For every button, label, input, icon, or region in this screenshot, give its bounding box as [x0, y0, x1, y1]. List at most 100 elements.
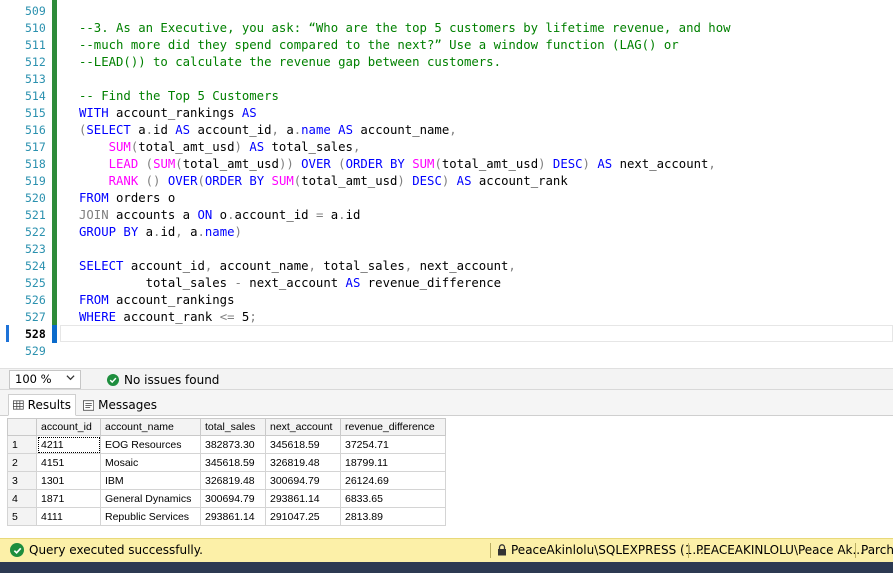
code-token: WHERE — [79, 310, 117, 324]
table-cell[interactable]: Republic Services — [100, 507, 201, 526]
database-name: Parch_ — [861, 543, 893, 557]
table-cell[interactable]: 6833.65 — [340, 489, 446, 508]
code-line[interactable]: WHERE account_rank <= 5; — [79, 309, 257, 326]
code-token: account_rank — [471, 174, 568, 188]
table-cell[interactable]: 326819.48 — [200, 471, 266, 490]
code-token: a — [182, 225, 198, 239]
table-cell[interactable]: 1871 — [36, 489, 101, 508]
row-number[interactable]: 5 — [7, 507, 37, 526]
code-token: account_id — [123, 259, 205, 273]
code-token: DESC — [412, 174, 442, 188]
results-tabs: Results Messages — [0, 390, 893, 416]
code-line[interactable]: SELECT account_id, account_name, total_s… — [79, 258, 516, 275]
table-cell[interactable]: 4111 — [36, 507, 101, 526]
code-line[interactable]: GROUP BY a.id, a.name) — [79, 224, 242, 241]
table-cell[interactable]: 1301 — [36, 471, 101, 490]
table-cell[interactable]: 4151 — [36, 453, 101, 472]
code-token: --3. As an Executive, you ask: “Who are … — [79, 21, 731, 35]
line-number: 521 — [25, 208, 46, 222]
table-cell[interactable]: 382873.30 — [200, 435, 266, 454]
code-token: name — [301, 123, 331, 137]
row-number[interactable]: 1 — [7, 435, 37, 454]
code-token: . — [338, 208, 346, 222]
code-token: total_sales — [264, 140, 353, 154]
code-line[interactable]: (SELECT a.id AS account_id, a.name AS ac… — [79, 122, 457, 139]
line-number: 526 — [25, 293, 46, 307]
status-divider — [490, 543, 491, 558]
code-line[interactable]: LEAD (SUM(total_amt_usd)) OVER (ORDER BY… — [79, 156, 716, 173]
code-line[interactable]: --LEAD()) to calculate the revenue gap b… — [79, 54, 501, 71]
code-token: account_id — [234, 208, 316, 222]
server-name: PeaceAkinlolu\SQLEXPRESS (1... — [511, 543, 704, 557]
zoom-dropdown[interactable]: 100 % — [9, 370, 81, 389]
code-line[interactable]: --much more did they spend compared to t… — [79, 37, 679, 54]
code-token: accounts a — [108, 208, 198, 222]
table-cell[interactable]: EOG Resources — [100, 435, 201, 454]
code-line[interactable]: --3. As an Executive, you ask: “Who are … — [79, 20, 731, 37]
table-row[interactable]: 1 4211 EOG Resources 382873.30 345618.59… — [7, 435, 446, 454]
code-line[interactable]: JOIN accounts a ON o.account_id = a.id — [79, 207, 360, 224]
query-status-text: Query executed successfully. — [29, 543, 203, 557]
table-cell[interactable]: 345618.59 — [265, 435, 341, 454]
table-cell[interactable]: 300694.79 — [265, 471, 341, 490]
column-header[interactable]: total_sales — [200, 418, 266, 436]
code-line[interactable]: FROM orders o — [79, 190, 175, 207]
table-cell[interactable]: 326819.48 — [265, 453, 341, 472]
column-header[interactable]: account_id — [36, 418, 101, 436]
code-token: ORDER BY — [345, 157, 405, 171]
line-number: 525 — [25, 276, 46, 290]
table-cell[interactable]: 345618.59 — [200, 453, 266, 472]
code-line[interactable]: -- Find the Top 5 Customers — [79, 88, 279, 105]
code-line[interactable]: RANK () OVER(ORDER BY SUM(total_amt_usd)… — [79, 173, 568, 190]
table-row[interactable]: 4 1871 General Dynamics 300694.79 293861… — [7, 489, 446, 508]
code-token: AS — [345, 276, 361, 290]
column-header[interactable]: next_account — [265, 418, 341, 436]
column-header[interactable]: revenue_difference — [340, 418, 446, 436]
current-line-marker — [6, 325, 9, 342]
table-cell[interactable]: 4211 — [36, 435, 101, 454]
table-cell[interactable]: 18799.11 — [340, 453, 446, 472]
table-cell[interactable]: 293861.14 — [265, 489, 341, 508]
code-token: FROM — [79, 191, 109, 205]
table-cell[interactable]: 2813.89 — [340, 507, 446, 526]
table-row[interactable]: 3 1301 IBM 326819.48 300694.79 26124.69 — [7, 471, 446, 490]
code-token: orders o — [108, 191, 176, 205]
code-line[interactable]: SUM(total_amt_usd) AS total_sales, — [79, 139, 361, 156]
column-header[interactable]: account_name — [100, 418, 201, 436]
tab-messages[interactable]: Messages — [79, 394, 161, 416]
code-token: id — [160, 225, 176, 239]
code-token: account_rankings — [108, 293, 235, 307]
table-row[interactable]: 2 4151 Mosaic 345618.59 326819.48 18799.… — [7, 453, 446, 472]
row-number[interactable]: 2 — [7, 453, 37, 472]
code-line[interactable]: FROM account_rankings — [79, 292, 234, 309]
code-token: ( — [434, 157, 442, 171]
code-line[interactable]: WITH account_rankings AS — [79, 105, 257, 122]
line-number: 519 — [25, 174, 46, 188]
status-divider — [688, 543, 689, 558]
tab-results[interactable]: Results — [8, 394, 76, 416]
zoom-value: 100 % — [15, 372, 52, 386]
row-number-header[interactable] — [7, 418, 37, 436]
table-cell[interactable]: General Dynamics — [100, 489, 201, 508]
row-number[interactable]: 4 — [7, 489, 37, 508]
code-token: . — [145, 123, 154, 137]
issues-indicator[interactable]: No issues found — [107, 371, 219, 389]
results-grid[interactable]: account_id account_name total_sales next… — [7, 418, 446, 526]
table-cell[interactable]: 300694.79 — [200, 489, 266, 508]
code-token: () — [138, 174, 161, 188]
row-number[interactable]: 3 — [7, 471, 37, 490]
line-number: 529 — [25, 344, 46, 358]
table-cell[interactable]: 291047.25 — [265, 507, 341, 526]
code-token: --much more did they spend compared to t… — [79, 38, 679, 52]
table-row[interactable]: 5 4111 Republic Services 293861.14 29104… — [7, 507, 446, 526]
code-line[interactable]: total_sales - next_account AS revenue_di… — [79, 275, 501, 292]
line-number: 514 — [25, 89, 46, 103]
sql-editor[interactable]: 509 510 511 512 513 514 515 516 517 518 519 520 521 5… — [0, 0, 893, 368]
table-cell[interactable]: 26124.69 — [340, 471, 446, 490]
server-info: PeaceAkinlolu\SQLEXPRESS (1... — [497, 543, 704, 557]
table-cell[interactable]: 293861.14 — [200, 507, 266, 526]
code-token: , — [175, 225, 183, 239]
table-cell[interactable]: IBM — [100, 471, 201, 490]
table-cell[interactable]: 37254.71 — [340, 435, 446, 454]
table-cell[interactable]: Mosaic — [100, 453, 201, 472]
